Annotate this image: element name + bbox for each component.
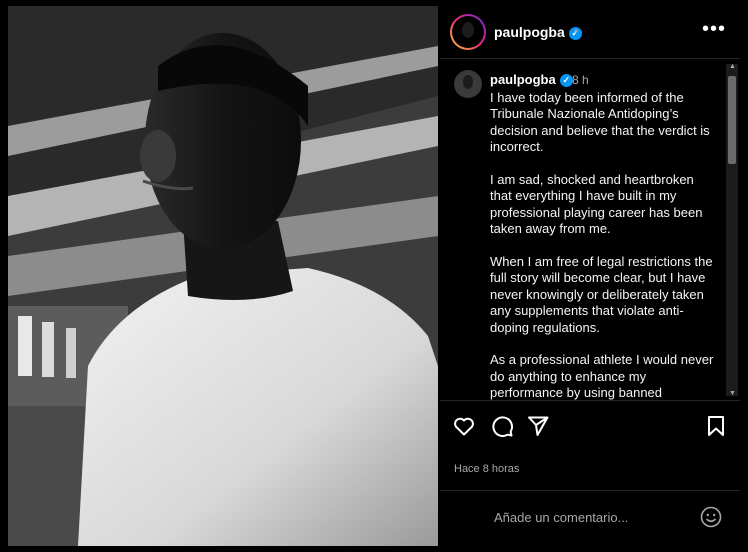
avatar-face [462,22,474,38]
caption-paragraph: As a professional athlete I would never … [490,352,714,400]
divider [440,400,740,401]
scrollbar-thumb[interactable] [728,76,736,164]
post-modal: paulpogba ✓ • ••• paulpogba ✓ 8 h I have t… [8,6,740,546]
more-options-icon[interactable]: ••• [702,18,726,41]
username-link[interactable]: paulpogba ✓ [494,24,582,40]
username-text: paulpogba [494,24,565,40]
caption-username-text: paulpogba [490,72,556,87]
caption-text: I have today been informed of the Tribun… [490,90,716,400]
caption-area: paulpogba ✓ 8 h I have today been informe… [440,60,740,400]
scroll-up-arrow-icon[interactable]: ▲ [729,63,736,70]
share-icon[interactable] [526,414,550,438]
post-photo[interactable] [8,6,438,546]
comment-input[interactable]: Añade un comentario... [494,510,628,525]
caption-timestamp[interactable]: 8 h [572,73,589,87]
verified-badge-icon: ✓ [559,74,573,87]
caption-paragraph: When I am free of legal restrictions the… [490,254,713,335]
comment-icon[interactable] [490,414,514,438]
caption-avatar[interactable] [454,70,482,98]
scroll-down-arrow-icon[interactable]: ▼ [729,390,736,397]
divider [440,490,740,491]
post-time-ago[interactable]: Hace 8 horas [454,463,519,475]
header-separator: • [574,24,579,38]
post-side-panel: paulpogba ✓ • ••• paulpogba ✓ 8 h I have t… [440,6,740,546]
caption-paragraph: I am sad, shocked and heartbroken that e… [490,172,703,237]
caption-scrollbar[interactable]: ▲ ▼ [726,63,738,397]
emoji-icon[interactable] [699,505,723,529]
avatar[interactable] [450,14,486,50]
bookmark-icon[interactable] [704,414,728,438]
post-header: paulpogba ✓ • ••• [440,6,740,59]
caption-username[interactable]: paulpogba ✓ [490,72,573,87]
action-bar [440,408,740,444]
avatar-face [463,75,473,89]
heart-icon[interactable] [452,414,476,438]
photo-illustration [8,6,438,546]
caption-paragraph: I have today been informed of the Tribun… [490,90,710,155]
